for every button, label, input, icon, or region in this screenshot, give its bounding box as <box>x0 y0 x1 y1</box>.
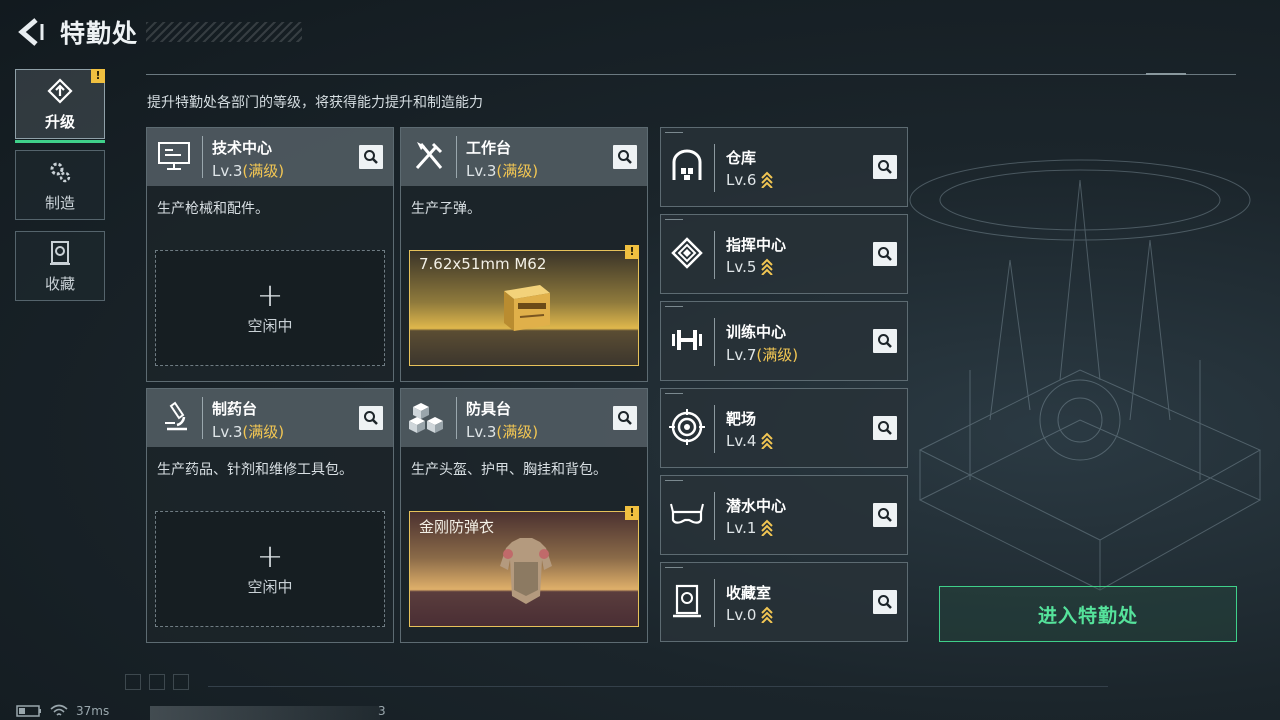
card-level: Lv.3(满级) <box>466 162 539 180</box>
tab-collection-label: 收藏 <box>44 274 75 293</box>
plus-icon: + <box>256 275 284 314</box>
facility-name: 仓库 <box>726 149 757 167</box>
card-level: Lv.3(满级) <box>212 162 285 180</box>
cubes-icon <box>409 403 443 433</box>
vault-icon <box>50 240 70 265</box>
slot-status: 空闲中 <box>247 316 293 335</box>
search-icon[interactable] <box>613 406 637 430</box>
monitor-icon <box>158 142 190 170</box>
card-name: 工作台 <box>466 139 512 157</box>
chip-icon <box>671 237 703 269</box>
facility-name: 潜水中心 <box>726 497 787 515</box>
upgrade-arrow-icon <box>761 606 774 623</box>
search-icon[interactable] <box>873 155 897 179</box>
production-slot-empty[interactable]: + 空闲中 <box>155 511 385 627</box>
facility-level: Lv.4 <box>726 431 774 450</box>
search-icon[interactable] <box>873 329 897 353</box>
page-title: 特勤处 <box>60 19 139 48</box>
card-description: 生产子弹。 <box>411 201 481 217</box>
back-icon[interactable] <box>14 16 46 48</box>
page-subtitle: 提升特勤处各部门的等级，将获得能力提升和制造能力 <box>147 95 483 111</box>
facility-shooting-range[interactable]: 靶场 Lv.4 <box>660 388 908 468</box>
vault-icon <box>673 584 701 618</box>
facility-name: 靶场 <box>726 410 757 428</box>
facility-level: Lv.7(满级) <box>726 346 799 364</box>
card-name: 技术中心 <box>212 139 273 157</box>
warehouse-icon <box>672 149 702 180</box>
facility-name: 指挥中心 <box>726 236 787 254</box>
upgrade-arrow-icon <box>761 171 774 188</box>
ammo-box-icon <box>504 285 550 331</box>
card-description: 生产药品、针剂和维修工具包。 <box>157 462 353 478</box>
search-icon[interactable] <box>613 145 637 169</box>
search-icon[interactable] <box>359 145 383 169</box>
body-armor-icon <box>500 538 552 604</box>
item-name: 7.62x51mm M62 <box>419 255 547 273</box>
facility-level: Lv.5 <box>726 257 774 276</box>
card-tech-center[interactable]: 技术中心 Lv.3(满级) 生产枪械和配件。 + 空闲中 <box>146 127 394 382</box>
tab-craft[interactable]: 制造 <box>15 150 105 220</box>
upgrade-arrow-icon <box>761 519 774 536</box>
card-armor-bench[interactable]: 防具台 Lv.3(满级) 生产头盔、护甲、胸挂和背包。 金刚防弹衣 ! <box>400 388 648 643</box>
tab-upgrade-label: 升级 <box>44 112 75 131</box>
info-counter: 3 <box>378 704 386 718</box>
production-slot-item[interactable]: 金刚防弹衣 <box>409 511 639 627</box>
wifi-icon <box>50 704 68 716</box>
search-icon[interactable] <box>873 503 897 527</box>
tab-craft-label: 制造 <box>44 193 75 212</box>
enter-special-ops-button[interactable]: 进入特勤处 <box>939 586 1237 642</box>
title-decoration <box>146 22 302 42</box>
production-slot-empty[interactable]: + 空闲中 <box>155 250 385 366</box>
upgrade-arrow-icon <box>761 432 774 449</box>
search-icon[interactable] <box>359 406 383 430</box>
header-divider <box>146 73 1236 75</box>
info-bar <box>150 706 380 720</box>
microscope-icon <box>165 401 187 431</box>
card-description: 生产头盔、护甲、胸挂和背包。 <box>411 462 607 478</box>
upgrade-arrow-icon <box>761 258 774 275</box>
warning-badge: ! <box>91 69 105 83</box>
plus-icon: + <box>256 536 284 575</box>
search-icon[interactable] <box>873 590 897 614</box>
facility-warehouse[interactable]: 仓库 Lv.6 <box>660 127 908 207</box>
facility-training-center[interactable]: 训练中心 Lv.7(满级) <box>660 301 908 381</box>
tools-icon <box>415 142 443 170</box>
battery-icon <box>16 705 41 717</box>
facility-level: Lv.6 <box>726 170 774 189</box>
facility-command-center[interactable]: 指挥中心 Lv.5 <box>660 214 908 294</box>
card-pharmacy[interactable]: 制药台 Lv.3(满级) 生产药品、针剂和维修工具包。 + 空闲中 <box>146 388 394 643</box>
card-workbench[interactable]: 工作台 Lv.3(满级) 生产子弹。 7.62x51mm M62 ! <box>400 127 648 382</box>
ping-value: 37ms <box>76 704 110 718</box>
facility-level: Lv.1 <box>726 518 774 537</box>
facility-name: 训练中心 <box>726 323 787 341</box>
production-slot-item[interactable]: 7.62x51mm M62 <box>409 250 639 366</box>
card-level: Lv.3(满级) <box>466 423 539 441</box>
warning-badge: ! <box>625 506 639 520</box>
card-name: 制药台 <box>212 400 258 418</box>
facility-diving-center[interactable]: 潜水中心 Lv.1 <box>660 475 908 555</box>
search-icon[interactable] <box>873 416 897 440</box>
tab-upgrade[interactable]: 升级 ! <box>15 69 105 143</box>
dumbbell-icon <box>672 330 702 350</box>
tab-collection[interactable]: 收藏 <box>15 231 105 301</box>
item-name: 金刚防弹衣 <box>419 518 495 536</box>
facility-level: Lv.0 <box>726 605 774 624</box>
facility-collection-room[interactable]: 收藏室 Lv.0 <box>660 562 908 642</box>
gear-icon <box>50 162 71 182</box>
card-name: 防具台 <box>466 400 512 418</box>
card-level: Lv.3(满级) <box>212 423 285 441</box>
facility-name: 收藏室 <box>726 584 772 602</box>
search-icon[interactable] <box>873 242 897 266</box>
goggles-icon <box>670 503 704 524</box>
status-bar: 37ms <box>16 704 109 718</box>
target-icon <box>669 409 705 445</box>
upgrade-icon <box>47 77 73 104</box>
slot-status: 空闲中 <box>247 577 293 596</box>
warning-badge: ! <box>625 245 639 259</box>
card-description: 生产枪械和配件。 <box>157 201 269 217</box>
